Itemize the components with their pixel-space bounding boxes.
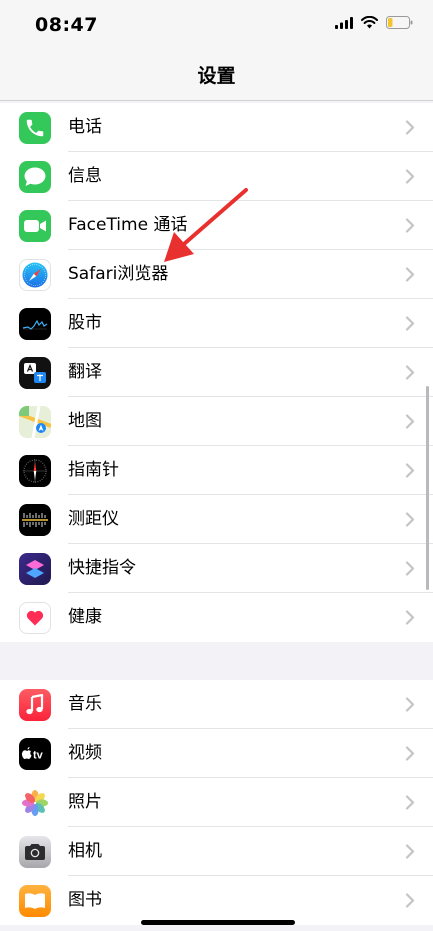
settings-row-label: 股市 xyxy=(68,313,102,333)
battery-icon xyxy=(386,16,413,29)
settings-row-stocks[interactable]: 股市 xyxy=(0,299,433,348)
chevron-right-icon xyxy=(405,463,415,478)
measure-icon xyxy=(19,504,51,536)
settings-group-media: 音乐 tv 视频 照片 相机 图书 xyxy=(0,680,433,925)
shortcuts-icon xyxy=(19,553,51,585)
chevron-right-icon xyxy=(405,697,415,712)
status-time: 08:47 xyxy=(35,14,98,36)
settings-row-phone[interactable]: 电话 xyxy=(0,103,433,152)
translate-icon xyxy=(19,357,51,389)
settings-row-label: 地图 xyxy=(68,411,102,431)
cellular-signal-icon xyxy=(335,16,353,29)
phone-icon xyxy=(19,112,51,144)
settings-row-measure[interactable]: 测距仪 xyxy=(0,495,433,544)
chevron-right-icon xyxy=(405,169,415,184)
chevron-right-icon xyxy=(405,414,415,429)
settings-row-label: 信息 xyxy=(68,166,102,186)
settings-row-label: 照片 xyxy=(68,792,102,812)
settings-row-photos[interactable]: 照片 xyxy=(0,778,433,827)
nav-bar: 设置 xyxy=(0,50,433,101)
facetime-icon xyxy=(19,210,51,242)
chevron-right-icon xyxy=(405,844,415,859)
safari-icon xyxy=(19,259,51,291)
settings-row-label: 视频 xyxy=(68,743,102,763)
settings-row-maps[interactable]: 地图 xyxy=(0,397,433,446)
scroll-indicator[interactable] xyxy=(426,386,429,590)
settings-row-translate[interactable]: 翻译 xyxy=(0,348,433,397)
chevron-right-icon xyxy=(405,746,415,761)
settings-row-camera[interactable]: 相机 xyxy=(0,827,433,876)
chevron-right-icon xyxy=(405,893,415,908)
settings-row-facetime[interactable]: FaceTime 通话 xyxy=(0,201,433,250)
chevron-right-icon xyxy=(405,610,415,625)
photos-icon xyxy=(19,787,51,819)
tv-icon-text: tv xyxy=(33,750,44,762)
settings-row-shortcuts[interactable]: 快捷指令 xyxy=(0,544,433,593)
settings-row-label: 快捷指令 xyxy=(68,558,136,578)
status-bar: 08:47 xyxy=(0,0,433,50)
settings-row-label: FaceTime 通话 xyxy=(68,215,188,235)
settings-row-label: 音乐 xyxy=(68,694,102,714)
wifi-icon xyxy=(361,16,378,29)
messages-icon xyxy=(19,161,51,193)
chevron-right-icon xyxy=(405,218,415,233)
settings-row-safari[interactable]: Safari浏览器 xyxy=(0,250,433,299)
settings-row-tv[interactable]: tv 视频 xyxy=(0,729,433,778)
books-icon xyxy=(19,885,51,917)
home-indicator xyxy=(141,920,295,925)
chevron-right-icon xyxy=(405,512,415,527)
settings-row-compass[interactable]: 指南针 xyxy=(0,446,433,495)
health-icon xyxy=(19,602,51,634)
settings-row-books[interactable]: 图书 xyxy=(0,876,433,925)
music-icon xyxy=(19,689,51,721)
settings-row-label: 翻译 xyxy=(68,362,102,382)
settings-row-label: Safari浏览器 xyxy=(68,264,169,284)
settings-group-apps: 电话 信息 FaceTime 通话 Safari浏览器 股市 翻译 地图 指南针… xyxy=(0,103,433,642)
camera-icon xyxy=(19,836,51,868)
settings-row-label: 图书 xyxy=(68,890,102,910)
settings-row-label: 健康 xyxy=(68,607,102,627)
chevron-right-icon xyxy=(405,561,415,576)
compass-icon xyxy=(19,455,51,487)
chevron-right-icon xyxy=(405,120,415,135)
settings-row-label: 相机 xyxy=(68,841,102,861)
chevron-right-icon xyxy=(405,795,415,810)
settings-row-music[interactable]: 音乐 xyxy=(0,680,433,729)
tv-icon: tv xyxy=(19,738,51,770)
settings-row-label: 测距仪 xyxy=(68,509,119,529)
maps-icon xyxy=(19,406,51,438)
chevron-right-icon xyxy=(405,365,415,380)
chevron-right-icon xyxy=(405,267,415,282)
page-title: 设置 xyxy=(197,65,236,87)
status-icons xyxy=(335,16,413,29)
settings-row-health[interactable]: 健康 xyxy=(0,593,433,642)
settings-row-label: 电话 xyxy=(68,117,102,137)
chevron-right-icon xyxy=(405,316,415,331)
settings-row-messages[interactable]: 信息 xyxy=(0,152,433,201)
settings-row-label: 指南针 xyxy=(68,460,119,480)
stocks-icon xyxy=(19,308,51,340)
